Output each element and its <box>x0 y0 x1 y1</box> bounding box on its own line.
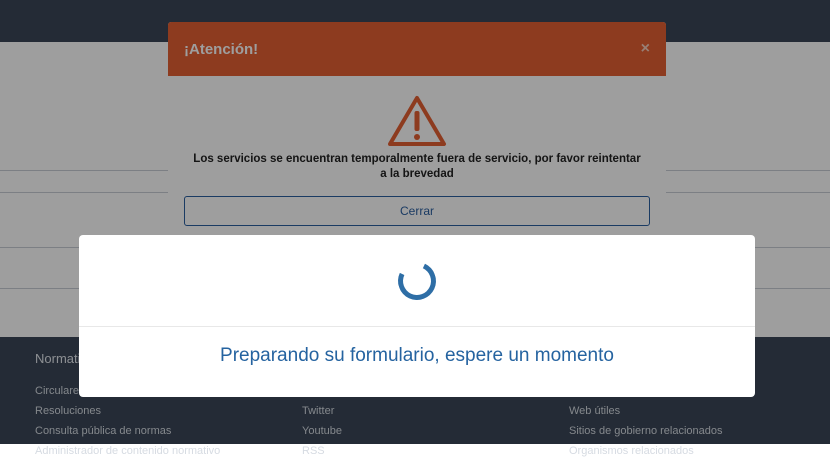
footer-link-organismos[interactable]: Organismos relacionados <box>569 441 723 461</box>
spinner-area <box>79 235 755 327</box>
loading-spinner-icon <box>392 256 442 305</box>
footer-link-rss[interactable]: RSS <box>302 441 342 461</box>
footer-link[interactable]: Administrador de contenido normativo <box>35 441 220 461</box>
loading-dialog: Preparando su formulario, espere un mome… <box>79 235 755 397</box>
loading-message: Preparando su formulario, espere un mome… <box>220 345 614 366</box>
